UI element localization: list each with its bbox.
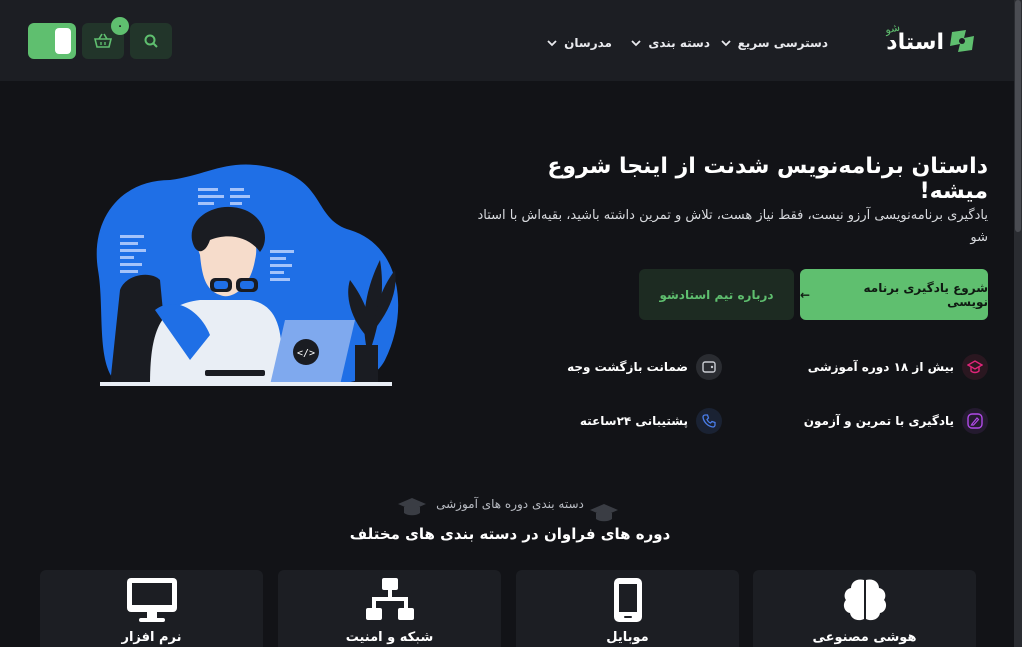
chevron-down-icon <box>547 40 557 47</box>
scrollbar-thumb[interactable] <box>1015 0 1021 232</box>
graduation-cap-icon <box>962 354 988 380</box>
category-label: هوشی مصنوعی <box>812 630 917 645</box>
categories-title: دوره های فراوان در دسته بندی های مختلف <box>349 525 671 543</box>
nav-instructors[interactable]: مدرسان <box>546 33 612 53</box>
feature-practice: یادگیری با تمرین و آزمون <box>804 408 988 434</box>
page-scrollbar[interactable] <box>1014 0 1022 647</box>
phone-icon <box>696 408 722 434</box>
nav-label: دسته بندی <box>648 36 710 50</box>
hero-illustration: </> <box>96 164 399 386</box>
category-card-ai[interactable]: هوشی مصنوعی <box>753 570 976 647</box>
category-card-mobile[interactable]: موبایل <box>516 570 739 647</box>
hero-description: یادگیری برنامه‌نویسی آرزو نیست، فقط نیاز… <box>477 208 988 245</box>
toggle-knob <box>55 28 71 54</box>
basket-icon <box>94 33 112 48</box>
arrow-left-icon: ← <box>800 287 811 302</box>
monitor-icon <box>126 578 177 622</box>
code-badge: </> <box>297 348 315 359</box>
category-label: نرم افزار <box>121 630 182 645</box>
start-learning-label: شروع یادگیری برنامه نویسی <box>863 280 988 309</box>
brain-icon <box>843 579 886 621</box>
feature-label: یادگیری با تمرین و آزمون <box>803 414 954 428</box>
hero-title: داستان برنامه‌نویس شدنت از اینجا شروع می… <box>547 154 988 204</box>
cart-count-badge: ۰ <box>111 17 129 35</box>
chevron-down-icon <box>631 40 641 47</box>
theme-toggle[interactable] <box>28 23 76 59</box>
feature-courses: بیش از ۱۸ دوره آموزشی <box>808 354 988 380</box>
about-team-label: درباره تیم استادشو <box>659 287 774 302</box>
nav-quick-access[interactable]: دسترسی سریع <box>720 33 828 53</box>
top-header: استاد شو دسترسی سریع دسته بندی مدرسان ۰ <box>0 0 1014 81</box>
nav-categories[interactable]: دسته بندی <box>630 33 710 53</box>
start-learning-button[interactable]: شروع یادگیری برنامه نویسی ← <box>800 269 988 320</box>
nav-label: مدرسان <box>564 36 612 50</box>
categories-subtitle: دسته بندی دوره های آموزشی <box>436 497 584 511</box>
wallet-icon <box>696 354 722 380</box>
site-logo[interactable]: استاد شو <box>876 21 978 62</box>
about-team-button[interactable]: درباره تیم استادشو <box>639 269 794 320</box>
pencil-icon <box>962 408 988 434</box>
feature-label: بیش از ۱۸ دوره آموزشی <box>807 360 954 374</box>
mobile-icon <box>613 578 642 622</box>
feature-label: پشتیبانی ۲۴ساعته <box>579 414 688 428</box>
search-button[interactable] <box>130 23 172 59</box>
search-icon <box>144 34 158 48</box>
category-label: شبکه و امنیت <box>345 630 434 645</box>
feature-support: پشتیبانی ۲۴ساعته <box>580 408 722 434</box>
feature-refund: ضمانت بازگشت وجه <box>567 354 722 380</box>
category-card-network[interactable]: شبکه و امنیت <box>278 570 501 647</box>
chevron-down-icon <box>720 40 731 47</box>
category-card-software[interactable]: نرم افزار <box>40 570 263 647</box>
category-label: موبایل <box>606 630 649 645</box>
network-icon <box>365 578 414 620</box>
logo-mark-icon <box>950 30 974 52</box>
nav-label: دسترسی سریع <box>737 36 828 50</box>
feature-label: ضمانت بازگشت وجه <box>567 360 688 374</box>
